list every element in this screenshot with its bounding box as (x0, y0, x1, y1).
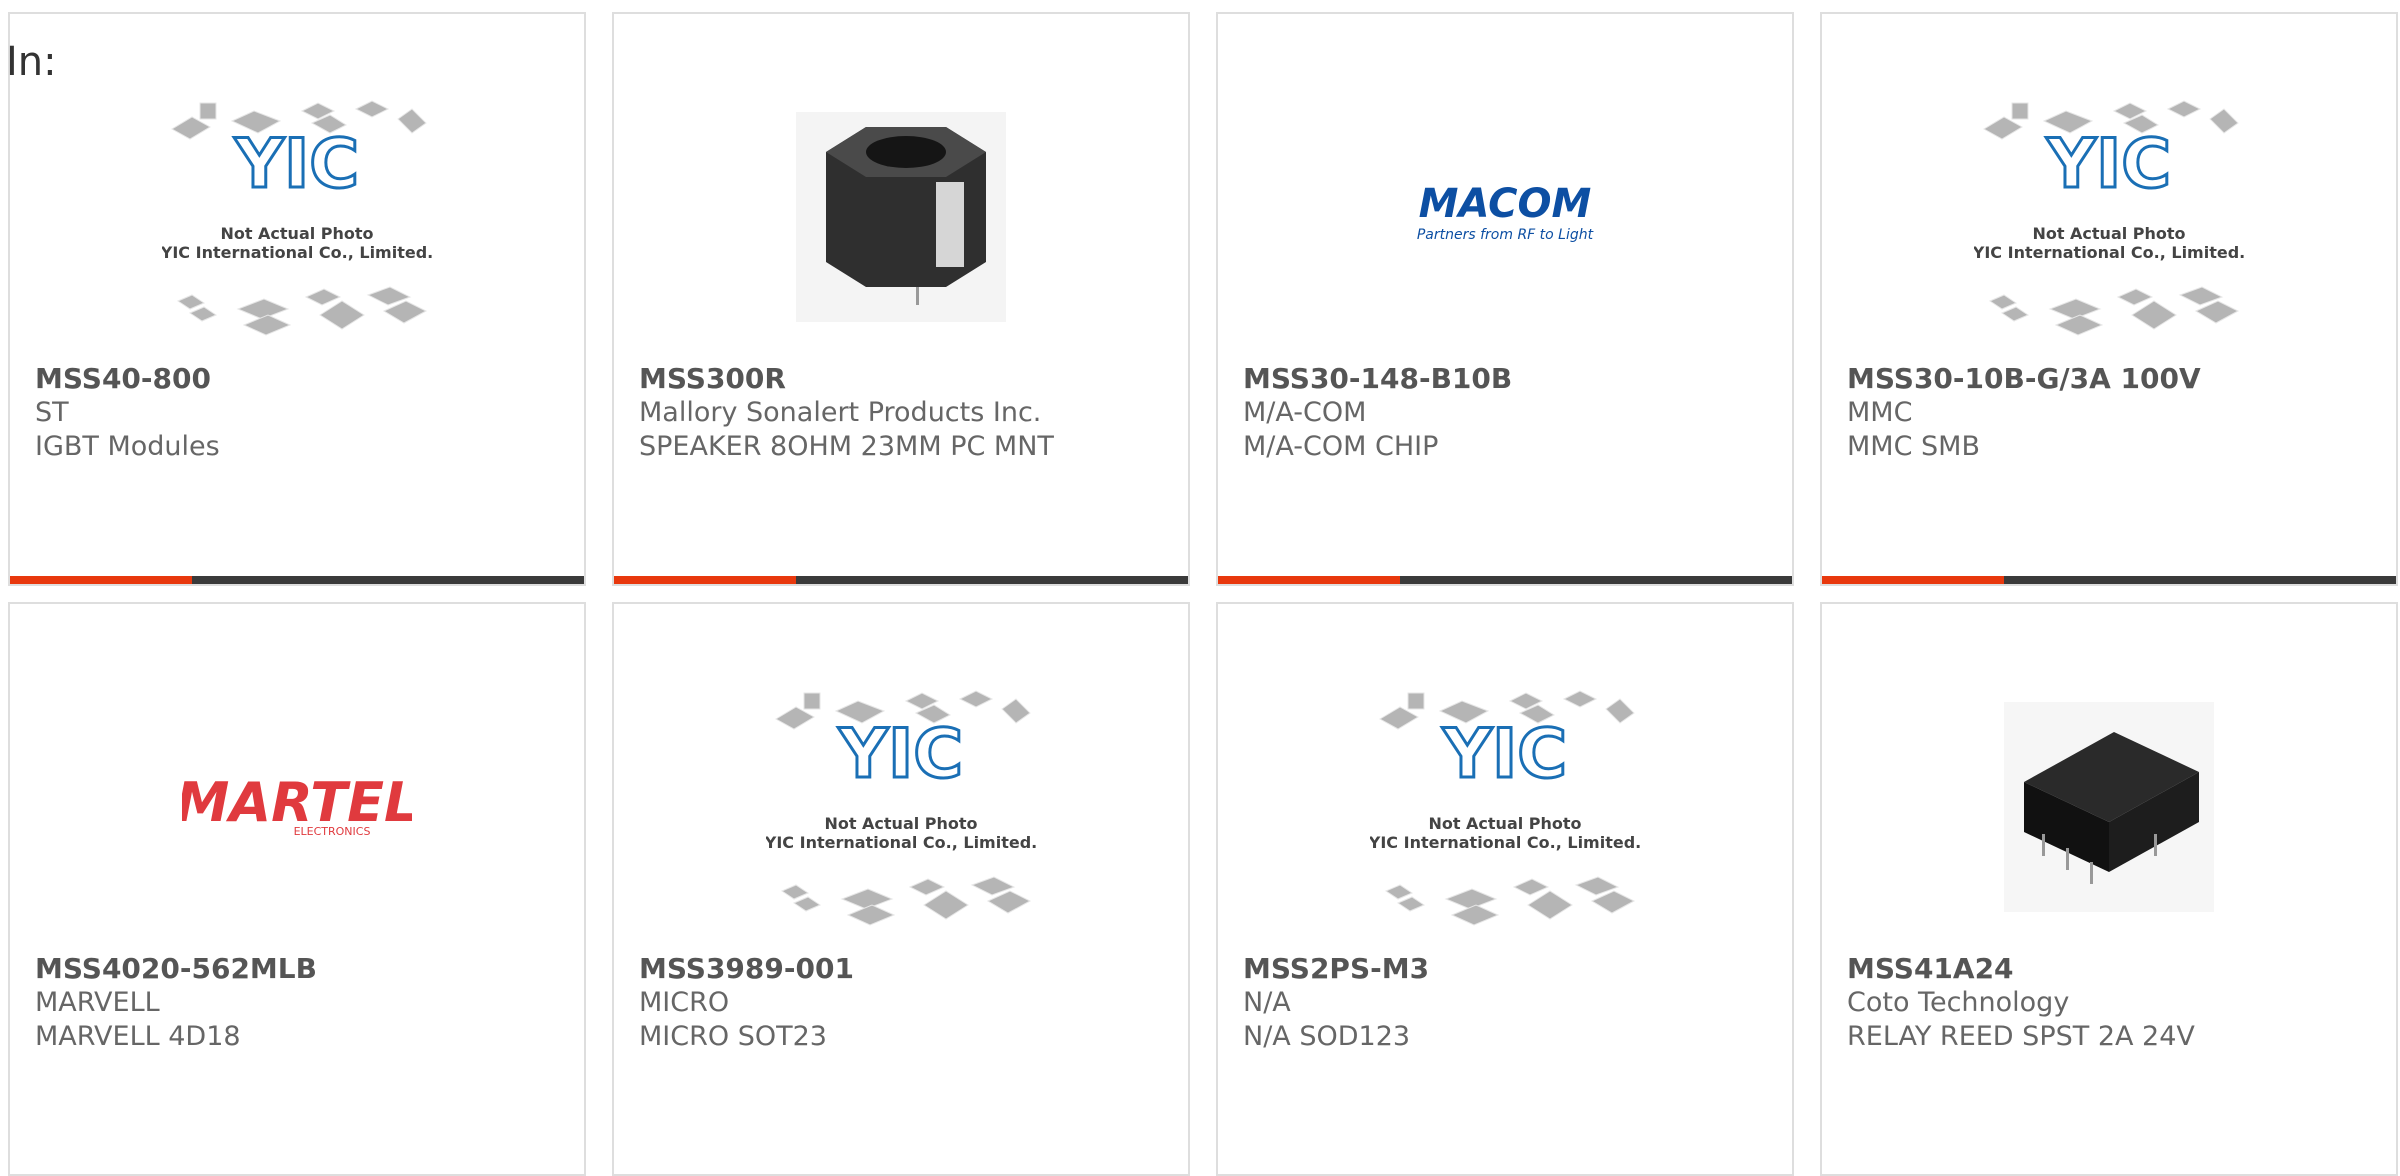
card-bar (1218, 576, 1792, 584)
manufacturer: ST (35, 397, 69, 428)
product-card[interactable]: MARTEL ELECTRONICS MSS4020-562MLB MARVEL… (8, 602, 586, 1176)
product-image[interactable]: MARTEL ELECTRONICS (10, 664, 584, 949)
card-bar (10, 576, 584, 584)
svg-text:Not Actual Photo: Not Actual Photo (220, 224, 373, 243)
product-card[interactable]: MSS41A24 Coto Technology RELAY REED SPST… (1820, 602, 2398, 1176)
description: SPEAKER 8OHM 23MM PC MNT (639, 431, 1054, 462)
svg-text:Not Actual Photo: Not Actual Photo (2032, 224, 2185, 243)
yic-placeholder-image: YIC Not Actual Photo YIC International C… (1974, 99, 2244, 336)
manufacturer: Coto Technology (1847, 987, 2070, 1018)
card-bar (1822, 576, 2396, 584)
svg-text:YIC: YIC (2046, 125, 2171, 204)
part-number[interactable]: MSS30-148-B10B (1243, 362, 1782, 396)
svg-text:MACOM: MACOM (1419, 181, 1592, 227)
description: MICRO SOT23 (639, 1021, 827, 1052)
product-image[interactable]: YIC Not Actual Photo YIC International C… (1218, 664, 1792, 949)
svg-text:ELECTRONICS: ELECTRONICS (294, 825, 371, 838)
manufacturer: MMC (1847, 397, 1913, 428)
product-card[interactable]: YIC Not Actual Photo YIC International C… (1820, 12, 2398, 586)
description: MMC SMB (1847, 431, 1980, 462)
svg-text:YIC International Co., Limited: YIC International Co., Limited. (1974, 243, 2244, 262)
svg-text:YIC: YIC (234, 125, 359, 204)
svg-text:YIC International Co., Limited: YIC International Co., Limited. (766, 833, 1036, 852)
macom-logo-image: MACOM Partners from RF to Light (1417, 181, 1594, 243)
product-card[interactable]: YIC Not Actual Photo YIC International C… (8, 12, 586, 586)
product-card[interactable]: MSS300R Mallory Sonalert Products Inc. S… (612, 12, 1190, 586)
svg-text:YIC International Co., Limited: YIC International Co., Limited. (162, 243, 432, 262)
svg-text:Partners from RF to Light: Partners from RF to Light (1417, 227, 1594, 243)
description: IGBT Modules (35, 431, 220, 462)
svg-text:YIC International Co., Limited: YIC International Co., Limited. (1370, 833, 1640, 852)
product-image[interactable]: YIC Not Actual Photo YIC International C… (10, 74, 584, 359)
product-image[interactable]: YIC Not Actual Photo YIC International C… (614, 664, 1188, 949)
part-number[interactable]: MSS3989-001 (639, 952, 1178, 986)
speaker-photo-image (796, 111, 1006, 322)
description: RELAY REED SPST 2A 24V (1847, 1021, 2195, 1052)
manufacturer: M/A-COM (1243, 397, 1367, 428)
part-number[interactable]: MSS30-10B-G/3A 100V (1847, 362, 2386, 396)
svg-text:YIC: YIC (838, 715, 963, 794)
yic-placeholder-image: YIC Not Actual Photo YIC International C… (1370, 689, 1640, 926)
part-number[interactable]: MSS4020-562MLB (35, 952, 574, 986)
manufacturer: MICRO (639, 987, 730, 1018)
product-image[interactable]: YIC Not Actual Photo YIC International C… (1822, 74, 2396, 359)
product-card[interactable]: YIC Not Actual Photo YIC International C… (612, 602, 1190, 1176)
part-number[interactable]: MSS300R (639, 362, 1178, 396)
product-image[interactable] (1822, 664, 2396, 949)
product-card[interactable]: MACOM Partners from RF to Light MSS30-14… (1216, 12, 1794, 586)
martel-logo-image: MARTEL ELECTRONICS (182, 771, 412, 838)
product-image[interactable] (614, 74, 1188, 359)
manufacturer: Mallory Sonalert Products Inc. (639, 397, 1042, 428)
part-number[interactable]: MSS41A24 (1847, 952, 2386, 986)
manufacturer: N/A (1243, 987, 1291, 1018)
svg-text:YIC: YIC (1442, 715, 1567, 794)
product-card[interactable]: YIC Not Actual Photo YIC International C… (1216, 602, 1794, 1176)
yic-placeholder-image: YIC Not Actual Photo YIC International C… (162, 99, 432, 336)
part-number[interactable]: MSS40-800 (35, 362, 574, 396)
svg-text:Not Actual Photo: Not Actual Photo (824, 814, 977, 833)
yic-placeholder-image: YIC Not Actual Photo YIC International C… (766, 689, 1036, 926)
product-image[interactable]: MACOM Partners from RF to Light (1218, 74, 1792, 359)
svg-text:Not Actual Photo: Not Actual Photo (1428, 814, 1581, 833)
description: MARVELL 4D18 (35, 1021, 241, 1052)
relay-photo-image (2004, 701, 2214, 912)
manufacturer: MARVELL (35, 987, 160, 1018)
description: N/A SOD123 (1243, 1021, 1411, 1052)
card-bar (614, 576, 1188, 584)
description: M/A-COM CHIP (1243, 431, 1439, 462)
part-number[interactable]: MSS2PS-M3 (1243, 952, 1782, 986)
in-label: In: (6, 39, 57, 85)
